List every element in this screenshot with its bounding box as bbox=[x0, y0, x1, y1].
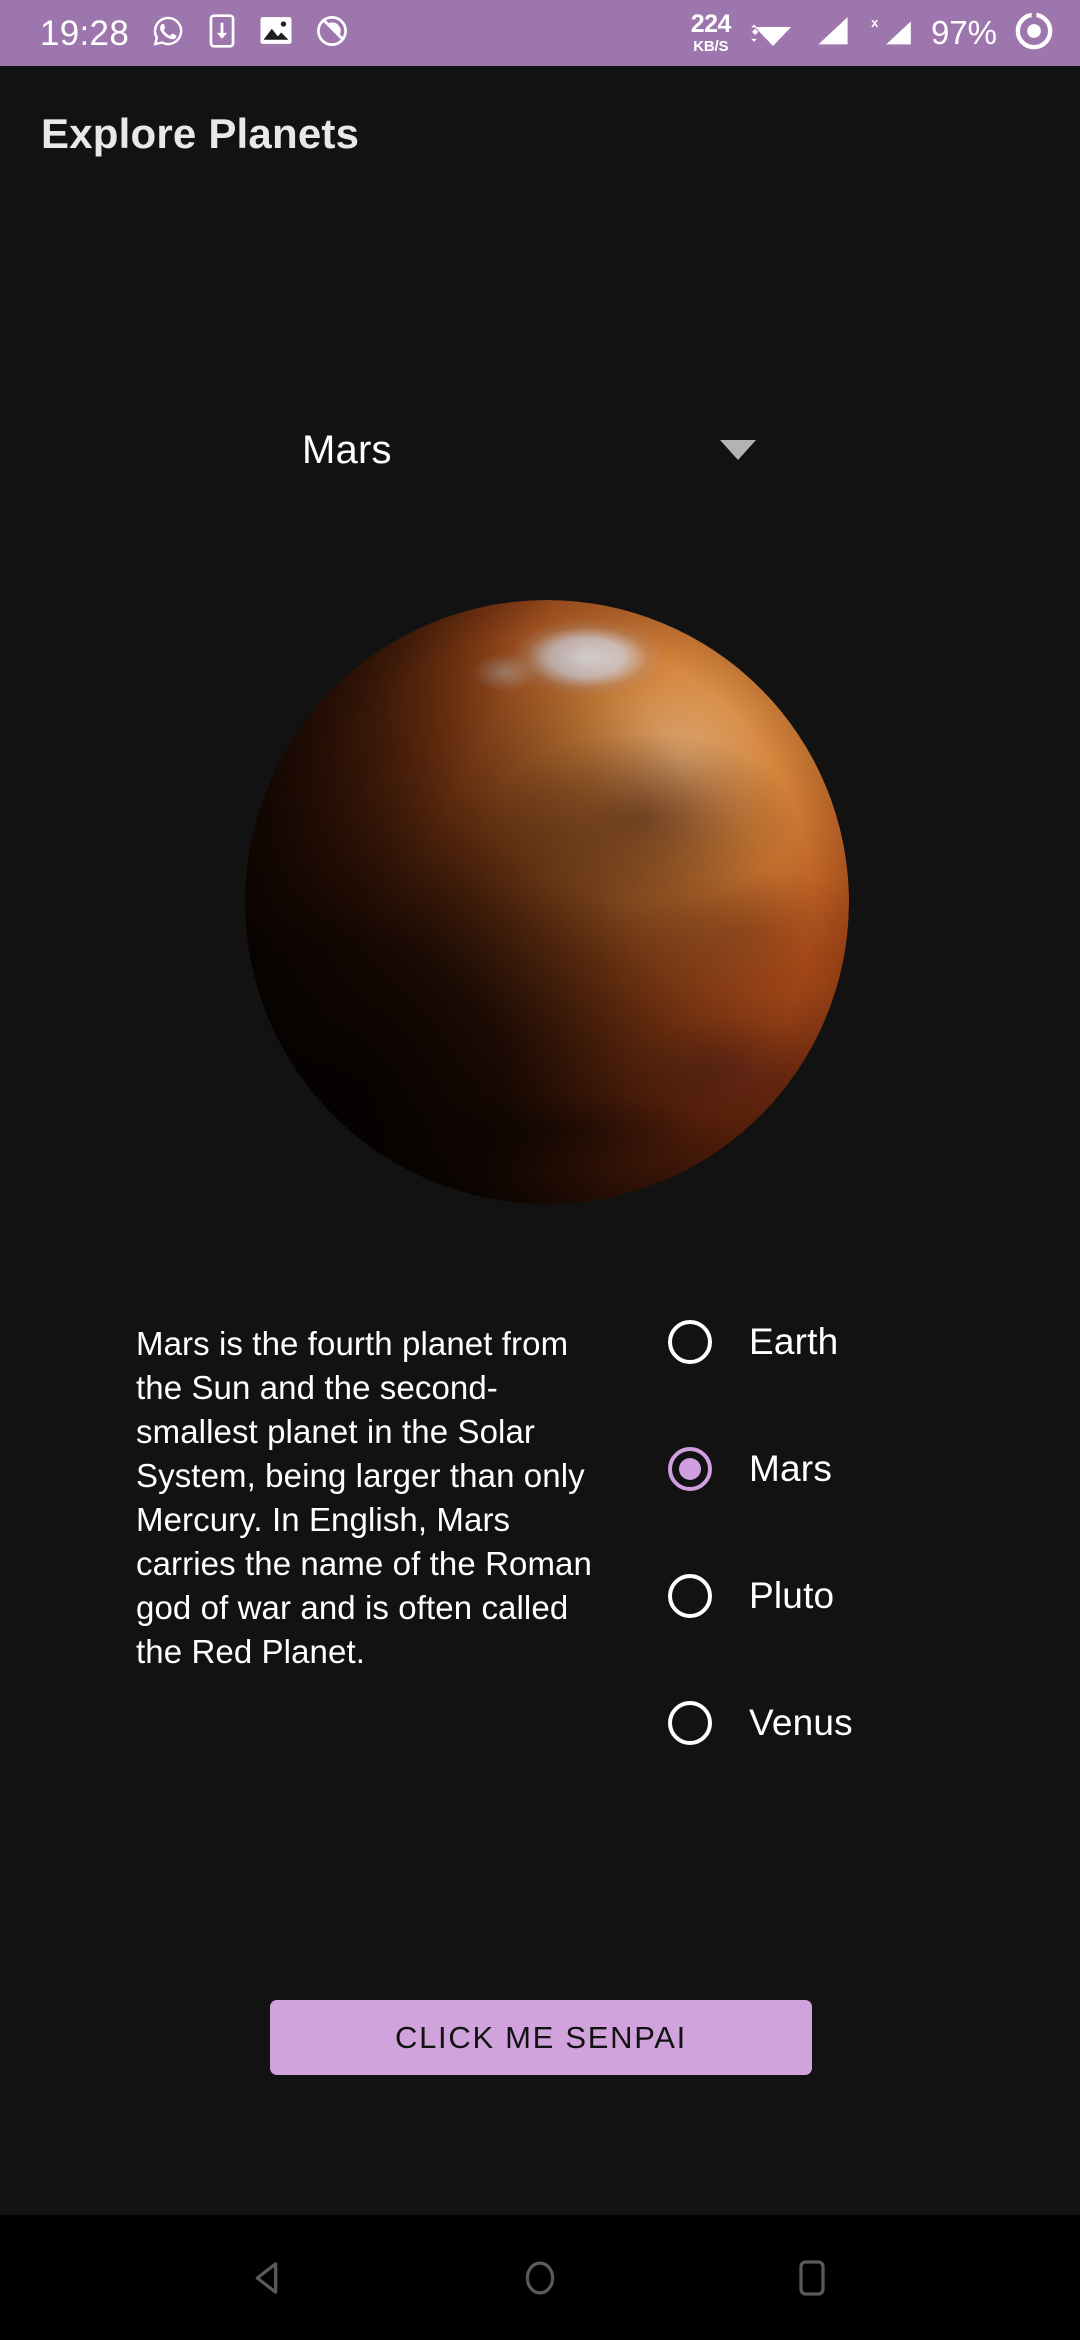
dnd-icon bbox=[315, 14, 349, 53]
phone-download-icon bbox=[207, 13, 237, 53]
radio-label: Pluto bbox=[749, 1574, 835, 1616]
signal-bars-no-sim-icon: x bbox=[868, 14, 914, 53]
app-bar: Explore Planets bbox=[0, 66, 1080, 202]
radio-label: Earth bbox=[749, 1320, 839, 1362]
radio-option-earth[interactable]: Earth bbox=[668, 1278, 1068, 1405]
whatsapp-icon bbox=[151, 14, 185, 53]
planet-radio-group: Earth Mars Pluto Venus bbox=[668, 1278, 1068, 1786]
battery-percent-label: 97% bbox=[930, 14, 997, 51]
radio-label: Venus bbox=[749, 1701, 853, 1743]
wifi-icon bbox=[750, 14, 796, 53]
planet-description: Mars is the fourth planet from the Sun a… bbox=[136, 1325, 592, 1670]
network-speed-unit: KB/S bbox=[693, 38, 729, 55]
planet-limb-darkening bbox=[245, 600, 849, 1204]
svg-text:x: x bbox=[871, 14, 878, 29]
battery-circle-icon bbox=[1014, 11, 1054, 56]
gallery-icon bbox=[259, 15, 293, 51]
system-navigation-bar bbox=[0, 2215, 1080, 2340]
status-clock: 19:28 bbox=[40, 13, 130, 53]
app-screen: 19:28 224 KB/S x 97% Explore Planets Mar… bbox=[0, 0, 1080, 2340]
status-bar: 19:28 224 KB/S x 97% bbox=[0, 0, 1080, 66]
planet-globe bbox=[245, 600, 849, 1204]
planet-spinner[interactable]: Mars bbox=[270, 390, 810, 510]
page-title: Explore Planets bbox=[41, 110, 360, 157]
radio-option-pluto[interactable]: Pluto bbox=[668, 1532, 1068, 1659]
status-bar-left: 19:28 bbox=[40, 13, 349, 53]
status-bar-right: 224 KB/S x 97% bbox=[691, 11, 1054, 56]
radio-option-mars[interactable]: Mars bbox=[668, 1405, 1068, 1532]
home-circle-icon[interactable] bbox=[495, 2233, 585, 2323]
recents-square-icon[interactable] bbox=[767, 2233, 857, 2323]
mars-planet-image bbox=[245, 600, 849, 1204]
signal-bars-icon bbox=[813, 14, 851, 53]
radio-circle-icon bbox=[668, 1700, 712, 1745]
network-speed-indicator: 224 KB/S bbox=[690, 10, 732, 55]
radio-option-venus[interactable]: Venus bbox=[668, 1659, 1068, 1786]
radio-circle-icon bbox=[668, 1446, 712, 1491]
network-speed-value: 224 bbox=[690, 10, 732, 38]
radio-label: Mars bbox=[749, 1447, 833, 1489]
spinner-selected-value: Mars bbox=[302, 427, 392, 472]
chevron-down-icon bbox=[720, 440, 756, 460]
radio-circle-icon bbox=[668, 1319, 712, 1364]
back-triangle-icon[interactable] bbox=[223, 2233, 313, 2323]
radio-circle-icon bbox=[668, 1573, 712, 1618]
click-me-senpai-button[interactable]: CLICK ME SENPAI bbox=[270, 2000, 812, 2075]
radio-dot-icon bbox=[679, 1457, 701, 1480]
